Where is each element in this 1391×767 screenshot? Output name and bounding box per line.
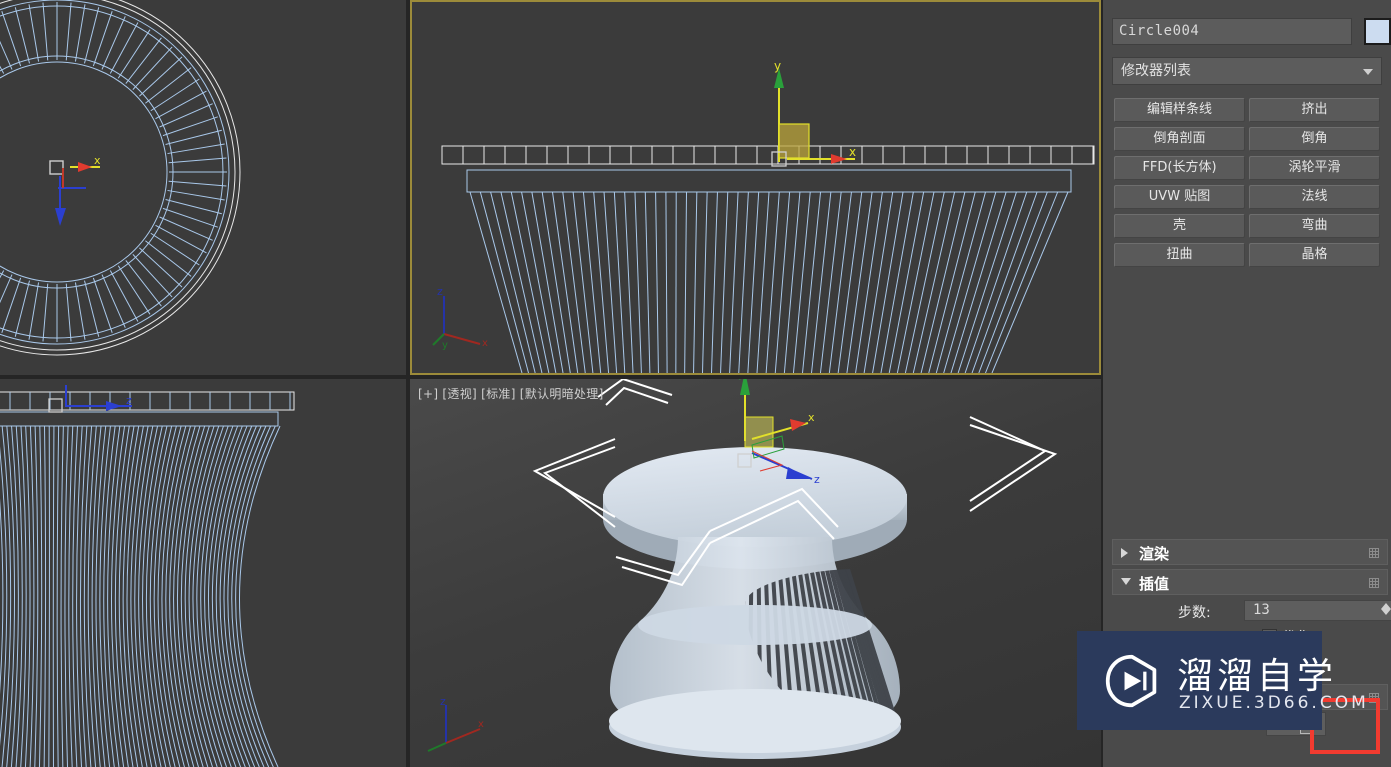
modifier-list-label: 修改器列表 <box>1121 63 1191 79</box>
rollup-grip-icon <box>1369 548 1379 558</box>
modifier-button[interactable]: 法线 <box>1249 185 1380 209</box>
svg-text:x: x <box>478 719 484 730</box>
modifier-button[interactable]: 壳 <box>1114 214 1245 238</box>
left-view-wireframe <box>0 391 295 767</box>
steps-row: 步数: 13 <box>1112 600 1391 624</box>
world-axis-tripod-perspective: z x <box>427 695 484 752</box>
modifier-button[interactable]: 编辑样条线 <box>1114 98 1245 122</box>
steps-input[interactable]: 13 <box>1244 600 1391 621</box>
viewport-label-perspective: [+] [透视] [标准] [默认明暗处理] <box>418 387 604 401</box>
viewport-front[interactable]: y x z x y <box>410 0 1101 375</box>
svg-text:x: x <box>849 145 856 159</box>
svg-text:z: z <box>126 394 132 407</box>
svg-text:x: x <box>94 154 100 167</box>
rollup-title: 渲染 <box>1139 545 1170 563</box>
chevron-down-icon <box>1121 578 1131 585</box>
modifier-button[interactable]: 涡轮平滑 <box>1249 156 1380 180</box>
move-gizmo-left[interactable]: z <box>40 379 160 427</box>
steps-label: 步数: <box>1178 605 1211 621</box>
watermark-cn-text: 溜溜自学 <box>1177 656 1338 697</box>
move-gizmo-top[interactable]: x <box>30 140 100 230</box>
modifier-button[interactable]: FFD(长方体) <box>1114 156 1245 180</box>
modifier-button[interactable]: 倒角 <box>1249 127 1380 151</box>
steps-value: 13 <box>1253 602 1270 618</box>
svg-text:y: y <box>442 340 448 351</box>
rollup-render[interactable]: 渲染 <box>1112 539 1388 565</box>
modifier-button[interactable]: 挤出 <box>1249 98 1380 122</box>
modifier-button[interactable]: UVW 贴图 <box>1114 185 1245 209</box>
viewport-left[interactable]: z <box>0 379 406 767</box>
watermark-en-text: ZIXUE.3D66.COM <box>1179 693 1369 713</box>
watermark-logo: 溜溜自学 ZIXUE.3D66.COM <box>1077 631 1366 730</box>
modifier-button[interactable]: 扭曲 <box>1114 243 1245 267</box>
svg-text:y: y <box>774 62 781 73</box>
front-view-wireframe <box>441 145 1095 373</box>
modifier-button-grid: 编辑样条线 挤出 倒角剖面 倒角 FFD(长方体) 涡轮平滑 UVW 贴图 法线壳弯曲 扭曲 晶格 <box>1112 98 1384 272</box>
svg-text:x: x <box>808 411 815 424</box>
object-name-row: Circle004 <box>1112 18 1391 46</box>
world-axis-tripod-front: z x y <box>432 285 488 351</box>
chevron-right-icon <box>1121 548 1128 558</box>
chevron-down-icon <box>1363 69 1373 75</box>
svg-text:z: z <box>437 285 443 298</box>
rollup-grip-icon <box>1369 578 1379 588</box>
viewport-grid: x y x z x y z [+] [透视] [标准] [默认明暗处理] x z… <box>0 0 1103 767</box>
modifier-button[interactable]: 弯曲 <box>1249 214 1380 238</box>
rollup-interpolation[interactable]: 插值 <box>1112 569 1388 595</box>
perspective-model: y x z z x <box>427 379 1058 759</box>
svg-text:z: z <box>440 695 446 708</box>
modifier-list-dropdown[interactable]: 修改器列表 <box>1112 57 1382 85</box>
svg-text:x: x <box>482 338 488 349</box>
object-name-input[interactable]: Circle004 <box>1112 18 1352 45</box>
rollup-title: 插值 <box>1139 575 1170 593</box>
steps-spinner[interactable] <box>1380 603 1391 620</box>
viewport-top[interactable]: x <box>0 0 406 375</box>
move-gizmo-front[interactable]: y x <box>757 62 877 177</box>
modifier-button[interactable]: 倒角剖面 <box>1114 127 1245 151</box>
viewport-perspective[interactable]: [+] [透视] [标准] [默认明暗处理] x z z x <box>410 379 1101 767</box>
spinner-down-icon[interactable] <box>1380 609 1391 615</box>
object-color-swatch[interactable] <box>1364 18 1391 45</box>
modifier-button[interactable]: 晶格 <box>1249 243 1380 267</box>
play-logo-icon <box>1105 654 1157 708</box>
svg-text:y: y <box>738 379 745 380</box>
svg-text:z: z <box>814 473 820 486</box>
